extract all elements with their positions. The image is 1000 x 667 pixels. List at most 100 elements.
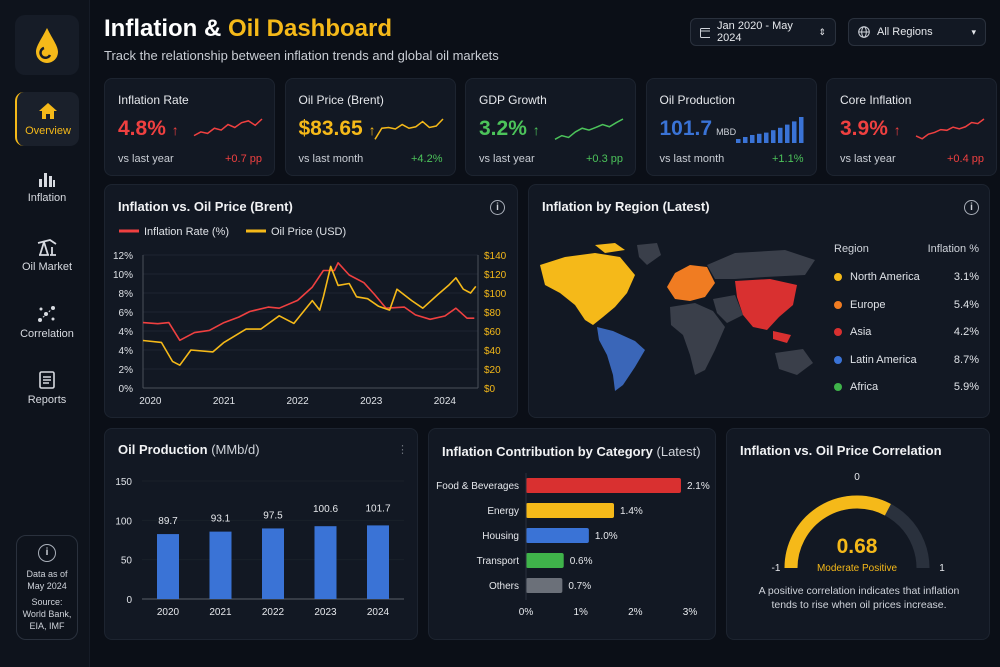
y-right-tick: $0 — [484, 384, 496, 395]
line-chart: Inflation Rate (%) Oil Price (USD) 0% $0 2% $… — [113, 226, 507, 407]
legend-dot — [834, 383, 842, 391]
app-logo[interactable] — [15, 15, 79, 75]
bar[interactable] — [367, 525, 389, 599]
bar[interactable] — [262, 528, 284, 599]
x-tick: 2020 — [139, 396, 162, 407]
sparkline — [193, 118, 263, 137]
kpi-card-gdp-growth[interactable]: GDP Growth 3.2% ↑ vs last year +0.3 pp — [465, 78, 636, 176]
region-legend-item[interactable]: Latin America 8.7% — [834, 354, 979, 366]
info-icon: i — [38, 544, 56, 562]
sidebar-item-overview[interactable]: Overview — [15, 92, 79, 146]
mini-bar — [749, 135, 754, 143]
world-map[interactable] — [535, 235, 825, 395]
region-select-value: All Regions — [877, 26, 933, 38]
x-tick: 2% — [628, 607, 643, 618]
region-legend-item[interactable]: Africa 5.9% — [834, 381, 979, 393]
y-left-tick: 2% — [119, 365, 134, 376]
category-bar[interactable] — [526, 578, 563, 593]
sparkline-path — [554, 118, 624, 140]
map-region-europe[interactable] — [667, 265, 715, 301]
map-region-latin-america[interactable] — [597, 327, 645, 391]
bar-label: 97.5 — [263, 510, 283, 521]
mini-bar — [777, 127, 782, 143]
page-subtitle: Track the relationship between inflation… — [104, 48, 499, 63]
y-left-tick: 8% — [119, 289, 134, 300]
region-legend-item[interactable]: Asia 4.2% — [834, 326, 979, 338]
sparkline-path — [193, 118, 263, 137]
category-bar[interactable] — [526, 478, 681, 493]
kpi-value: $83.65 ↑ — [298, 117, 376, 140]
sparkline — [373, 118, 444, 140]
kpi-value: 3.9% ↑ — [840, 117, 901, 140]
correlation-strength: Moderate Positive — [817, 563, 897, 574]
category-bar[interactable] — [526, 528, 589, 543]
data-info-box: i Data as of May 2024 Source: World Bank… — [16, 535, 78, 640]
region-name: Asia — [850, 326, 872, 338]
correlation-note: A positive correlation indicates that in… — [758, 585, 960, 611]
date-range-picker[interactable]: Jan 2020 - May 2024 ⇕ — [690, 18, 836, 46]
oil-pump-icon — [37, 238, 57, 256]
sidebar-item-inflation[interactable]: Inflation — [15, 160, 79, 214]
sidebar-item-label: Correlation — [20, 327, 74, 340]
sidebar-item-reports[interactable]: Reports — [15, 361, 79, 415]
map-region-africa[interactable] — [670, 303, 725, 375]
region-legend-item[interactable]: North America 3.1% — [834, 271, 979, 283]
bar-value-label: 0.6% — [570, 556, 593, 567]
category-label: Transport — [477, 556, 520, 567]
correlation-value: 0.68 — [837, 535, 878, 558]
y-left-tick: 10% — [113, 270, 133, 281]
y-left-tick: 0% — [119, 384, 134, 395]
info-icon[interactable]: i — [964, 200, 979, 215]
bar[interactable] — [314, 526, 337, 599]
category-label: Energy — [487, 506, 519, 517]
column-header: Inflation % — [927, 243, 979, 255]
bar-label: 101.7 — [365, 503, 390, 514]
y-left-tick: 4% — [119, 346, 134, 357]
kpi-compare-label: vs last year — [118, 153, 174, 165]
category-bar[interactable] — [526, 553, 564, 568]
bar-value-label: 0.7% — [568, 581, 591, 592]
bar[interactable] — [209, 531, 232, 599]
x-tick: 2020 — [157, 607, 180, 618]
kpi-value: 3.2% ↑ — [479, 117, 540, 140]
sparkline — [554, 118, 624, 140]
info-text: EIA, IMF — [29, 621, 65, 631]
bar[interactable] — [157, 534, 179, 599]
kpi-card-core-inflation[interactable]: Core Inflation 3.9% ↑ vs last year +0.4 … — [826, 78, 997, 176]
kpi-compare-label: vs last year — [479, 153, 535, 165]
kpi-compare-label: vs last year — [840, 153, 896, 165]
kpi-delta: +0.3 pp — [585, 153, 623, 165]
x-tick: 2024 — [367, 607, 390, 618]
kpi-title: Core Inflation — [840, 93, 912, 107]
category-bar[interactable] — [526, 503, 615, 518]
x-tick: 2023 — [360, 396, 383, 407]
legend-dot — [834, 300, 842, 309]
y-right-tick: $140 — [484, 251, 507, 262]
y-right-tick: $100 — [484, 289, 507, 300]
region-name: Europe — [850, 298, 886, 311]
report-icon — [39, 370, 55, 389]
kpi-card-oil-price-brent[interactable]: Oil Price (Brent) $83.65 ↑ vs last month… — [284, 78, 456, 176]
x-tick: 2022 — [286, 396, 309, 407]
legend-dot — [834, 355, 842, 364]
sidebar-item-correlation[interactable]: Correlation — [15, 295, 79, 349]
sparkline-path — [373, 118, 444, 140]
region-select[interactable]: All Regions ▾ — [848, 18, 986, 46]
kpi-value: 101.7 MBD — [659, 117, 737, 140]
kpi-card-inflation-rate[interactable]: Inflation Rate 4.8% ↑ vs last year +0.7 … — [104, 78, 275, 176]
bar-chart-icon — [39, 172, 55, 187]
region-legend-item[interactable]: Europe 5.4% — [834, 299, 979, 311]
oil-production-bar-chart: 0 50 100 150 89.7 2020 93.1 2021 97.5 2022 100.6 20… — [115, 477, 404, 618]
map-region-north-america[interactable] — [540, 243, 635, 325]
sidebar-item-oil-market[interactable]: Oil Market — [15, 228, 79, 282]
legend-dot — [834, 273, 842, 281]
arrow-up-icon: ↑ — [171, 122, 179, 138]
oil-drop-icon — [36, 28, 58, 63]
column-header: Region — [834, 243, 869, 255]
home-icon — [39, 102, 57, 119]
map-region-asia[interactable] — [735, 279, 797, 343]
kpi-card-oil-production[interactable]: Oil Production 101.7 MBD vs last month +1… — [645, 78, 817, 176]
chart-title: Inflation by Region (Latest) — [542, 199, 710, 214]
sparkline — [915, 118, 985, 140]
mini-bar — [735, 139, 740, 143]
